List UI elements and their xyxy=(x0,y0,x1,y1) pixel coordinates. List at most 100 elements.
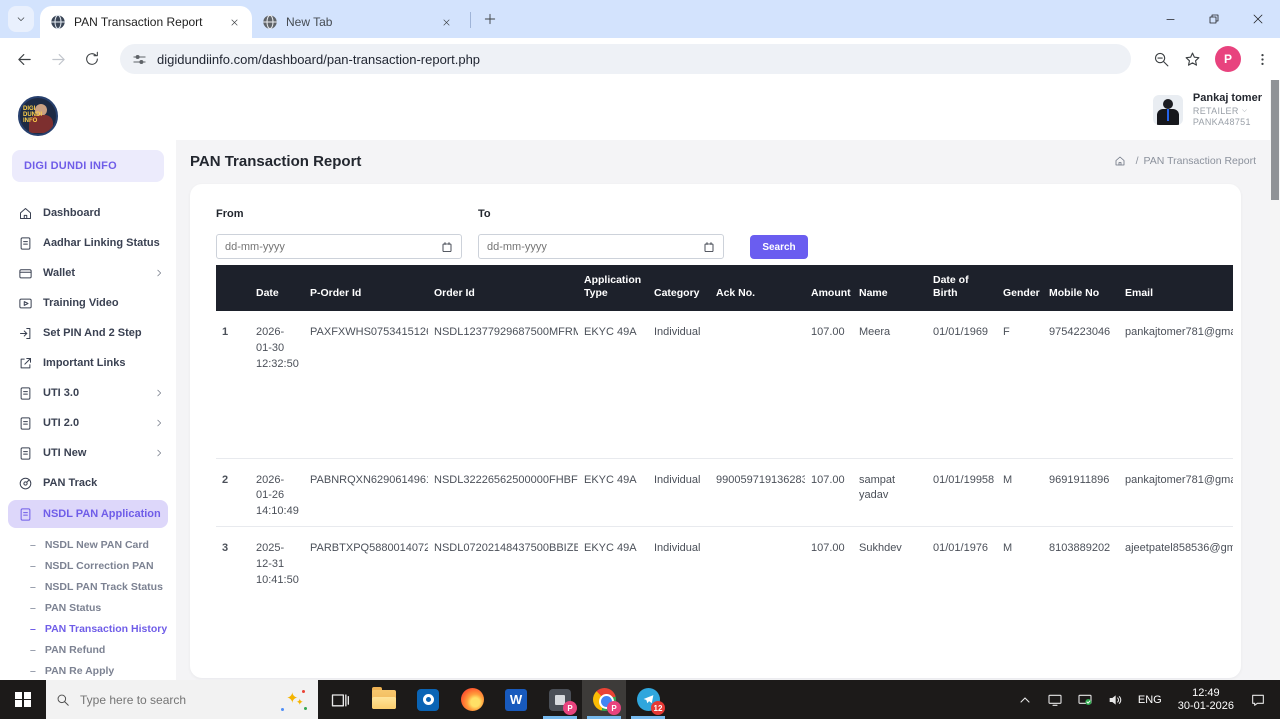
address-bar[interactable]: digidundiinfo.com/dashboard/pan-transact… xyxy=(120,44,1131,74)
sidebar-item-uti-30[interactable]: UTI 3.0 xyxy=(0,378,176,408)
clock[interactable]: 12:49 30-01-2026 xyxy=(1178,687,1234,713)
copilot-sparkle-icon[interactable]: ✦ ✦ xyxy=(280,688,308,712)
from-date-input[interactable] xyxy=(225,240,441,253)
user-name: Pankaj tomer xyxy=(1192,91,1262,104)
user-account-id: PANKA48751 xyxy=(1192,116,1251,127)
forward-icon[interactable] xyxy=(44,45,72,73)
user-avatar xyxy=(1152,95,1183,125)
user-role: RETAILER xyxy=(1192,105,1239,116)
zoom-icon[interactable] xyxy=(1153,51,1170,68)
close-icon[interactable] xyxy=(226,14,242,30)
scrollbar-thumb[interactable] xyxy=(1271,80,1279,200)
sidebar-item-wallet[interactable]: Wallet xyxy=(0,258,176,288)
system-tray: ENG 12:49 30-01-2026 xyxy=(1010,680,1280,719)
sidebar-item-dashboard[interactable]: Dashboard xyxy=(0,198,176,228)
submenu-item-pan-status[interactable]: – PAN Status xyxy=(0,597,176,618)
sidebar-menu: Dashboard Aadhar Linking Status Wallet T… xyxy=(0,198,176,680)
profile-avatar[interactable]: P xyxy=(1215,46,1241,72)
search-icon xyxy=(57,694,69,706)
breadcrumb-home-icon[interactable] xyxy=(1114,155,1126,167)
submenu-item-nsdl-new-pan-card[interactable]: – NSDL New PAN Card xyxy=(0,534,176,555)
sidebar-item-pan-track[interactable]: PAN Track xyxy=(0,468,176,498)
restore-icon[interactable] xyxy=(1192,0,1236,38)
col-category: Category xyxy=(648,265,710,311)
track-icon xyxy=(19,477,32,489)
new-tab-plus-icon[interactable] xyxy=(477,6,503,32)
minimize-icon[interactable] xyxy=(1148,0,1192,38)
firefox-icon[interactable] xyxy=(450,680,494,719)
tab-title: New Tab xyxy=(286,15,333,29)
breadcrumb: / PAN Transaction Report xyxy=(1114,155,1256,167)
submenu-item-nsdl-pan-track-status[interactable]: – NSDL PAN Track Status xyxy=(0,576,176,597)
tab-list-chevron-icon[interactable] xyxy=(8,6,34,32)
calendar-icon[interactable] xyxy=(441,241,453,253)
chevron-right-icon xyxy=(157,389,161,397)
sidebar-item-aadhar-linking-status[interactable]: Aadhar Linking Status xyxy=(0,228,176,258)
page-scrollbar[interactable] xyxy=(1270,80,1280,680)
sidebar-item-nsdl-pan-application[interactable]: NSDL PAN Application xyxy=(8,500,168,528)
tray-expand-icon[interactable] xyxy=(1017,692,1033,708)
tab-pan-transaction-report[interactable]: PAN Transaction Report xyxy=(40,6,252,38)
sidebar-item-uti-new[interactable]: UTI New xyxy=(0,438,176,468)
col-email: Email xyxy=(1119,265,1233,311)
sidebar-item-important-links[interactable]: Important Links xyxy=(0,348,176,378)
col-order-id: Order Id xyxy=(428,265,578,311)
browser-tabstrip: PAN Transaction Report New Tab xyxy=(0,0,1280,38)
submenu-item-pan-transaction-history[interactable]: – PAN Transaction History xyxy=(0,618,176,639)
col-gender: Gender xyxy=(997,265,1043,311)
time: 12:49 xyxy=(1192,686,1220,699)
back-icon[interactable] xyxy=(10,45,38,73)
windows-start-icon[interactable] xyxy=(0,680,46,719)
submenu-item-pan-refund[interactable]: – PAN Refund xyxy=(0,639,176,660)
chevron-right-icon xyxy=(157,419,161,427)
language-indicator[interactable]: ENG xyxy=(1138,694,1162,706)
globe-favicon xyxy=(51,14,65,30)
reload-icon[interactable] xyxy=(78,45,106,73)
chrome-icon[interactable]: P xyxy=(582,680,626,719)
site-settings-icon[interactable] xyxy=(132,52,147,67)
site-logo[interactable]: DIGI DUNDI INFO xyxy=(0,94,176,150)
document-icon xyxy=(20,416,31,430)
to-date-field[interactable] xyxy=(478,234,724,259)
notification-icon[interactable] xyxy=(1250,692,1266,708)
sidebar-item-uti-20[interactable]: UTI 2.0 xyxy=(0,408,176,438)
col-amount: Amount xyxy=(805,265,853,311)
speaker-icon[interactable] xyxy=(1107,692,1123,708)
submenu-item-pan-re-apply[interactable]: – PAN Re Apply xyxy=(0,660,176,680)
sidebar-item-set-pin[interactable]: Set PIN And 2 Step xyxy=(0,318,176,348)
user-menu[interactable]: Pankaj tomer RETAILER PANKA48751 xyxy=(1152,91,1262,128)
app-badge: P xyxy=(607,701,621,715)
monitor-icon[interactable] xyxy=(1047,692,1063,708)
menu-dots-icon[interactable] xyxy=(1255,52,1270,67)
from-label: From xyxy=(216,208,244,220)
submenu-item-nsdl-correction-pan[interactable]: – NSDL Correction PAN xyxy=(0,555,176,576)
document-icon xyxy=(20,507,31,521)
outlook-icon[interactable] xyxy=(406,680,450,719)
monitor-check-icon[interactable] xyxy=(1077,692,1093,708)
page-title-bar: PAN Transaction Report / PAN Transaction… xyxy=(176,140,1280,182)
taskbar-search[interactable]: ✦✦ xyxy=(46,680,318,719)
page-viewport: DIGI DUNDI INFO DIGI DUNDI INFO Dashboard … xyxy=(0,80,1280,680)
word-icon[interactable]: W xyxy=(494,680,538,719)
search-button[interactable]: Search xyxy=(750,235,808,259)
to-date-input[interactable] xyxy=(487,240,703,253)
pan-app-icon[interactable]: P xyxy=(538,680,582,719)
telegram-icon[interactable]: 12 xyxy=(626,680,670,719)
table-row: 1 2026-01-30 12:32:50 PAXFXWHS0753415126… xyxy=(216,311,1233,458)
document-icon xyxy=(20,446,31,460)
from-date-field[interactable] xyxy=(216,234,462,259)
site-logo-image: DIGI DUNDI INFO xyxy=(18,96,58,136)
close-icon[interactable] xyxy=(438,14,454,30)
bookmark-star-icon[interactable] xyxy=(1184,51,1201,68)
window-close-icon[interactable] xyxy=(1236,0,1280,38)
document-icon xyxy=(20,386,31,400)
tab-new-tab[interactable]: New Tab xyxy=(252,6,464,38)
task-view-icon[interactable] xyxy=(318,680,362,719)
file-explorer-icon[interactable] xyxy=(362,680,406,719)
video-icon xyxy=(19,298,32,308)
sidebar-submenu: – NSDL New PAN Card – NSDL Correction PAN … xyxy=(0,530,176,680)
filters: From To Search xyxy=(216,208,1233,259)
sidebar-item-training-video[interactable]: Training Video xyxy=(0,288,176,318)
taskbar-search-input[interactable] xyxy=(80,692,280,707)
calendar-icon[interactable] xyxy=(703,241,715,253)
